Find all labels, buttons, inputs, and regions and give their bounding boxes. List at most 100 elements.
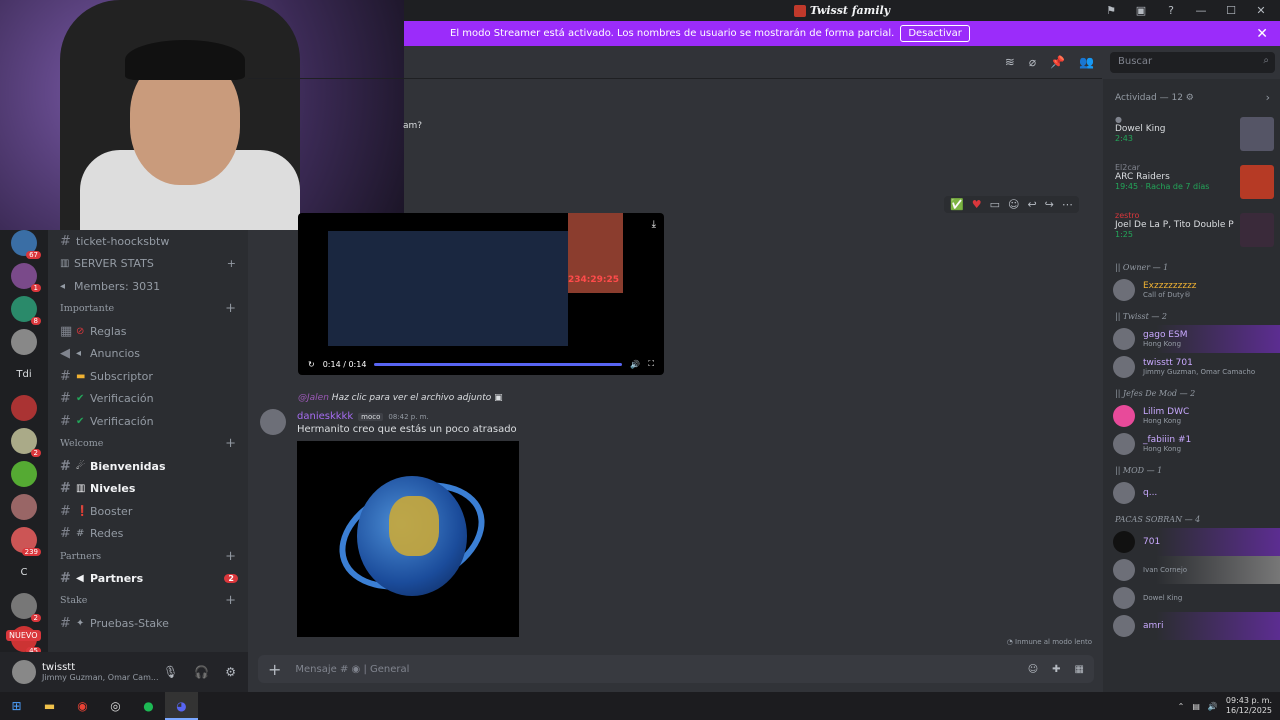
pin-icon[interactable]: 📌 bbox=[1050, 55, 1065, 69]
channel-bienvenidas[interactable]: # ☄ Bienvenidas bbox=[48, 455, 248, 478]
heart-reaction-icon[interactable]: ♥ bbox=[972, 198, 982, 211]
server-icon[interactable]: 2 bbox=[11, 593, 41, 622]
threads-icon[interactable]: ≋ bbox=[1005, 55, 1015, 69]
spotify-icon[interactable]: ● bbox=[132, 699, 165, 713]
emoji-icon[interactable]: ☺ bbox=[1028, 664, 1038, 675]
member-item[interactable]: 701 bbox=[1103, 528, 1280, 556]
reply-preview[interactable]: @Jalen Haz clic para ver el archivo adju… bbox=[298, 393, 503, 403]
chevron-up-icon[interactable]: ⌃ bbox=[1178, 702, 1185, 711]
member-item[interactable]: _fabiiin #1 Hong Kong bbox=[1103, 430, 1280, 458]
member-item[interactable]: gago ESM Hong Kong bbox=[1103, 325, 1280, 353]
category-importante[interactable]: Importante + bbox=[48, 298, 248, 320]
server-icon[interactable] bbox=[11, 395, 37, 421]
volume-icon[interactable]: 🔊 bbox=[630, 360, 640, 369]
member-item[interactable]: Exzzzzzzzzz Call of Duty® bbox=[1103, 276, 1280, 304]
clock[interactable]: 09:43 p. m. 16/12/2025 bbox=[1226, 696, 1272, 716]
server-icon[interactable]: 239 bbox=[11, 527, 41, 556]
search-input[interactable]: Buscar ⌕ bbox=[1110, 52, 1275, 73]
deactivate-button[interactable]: Desactivar bbox=[900, 25, 970, 42]
discord-icon[interactable]: ◕ bbox=[165, 692, 198, 720]
channel-verificacion[interactable]: # ✔ Verificación bbox=[48, 388, 248, 411]
member-item[interactable]: twisstt 701 Jimmy Guzman, Omar Camacho bbox=[1103, 353, 1280, 381]
avatar[interactable] bbox=[260, 409, 286, 435]
forward-icon[interactable]: ↪ bbox=[1045, 198, 1054, 211]
member-item[interactable]: Lilim DWC Hong Kong bbox=[1103, 402, 1280, 430]
channel-ticket[interactable]: # ticket-hoocksbtw bbox=[48, 230, 248, 253]
activity-card[interactable]: El2car ARC Raiders 19:45 · Racha de 7 dí… bbox=[1103, 159, 1280, 207]
server-icon[interactable] bbox=[11, 329, 37, 355]
sticker-icon[interactable]: ▦ bbox=[1075, 664, 1084, 675]
channel-label: Members: 3031 bbox=[74, 279, 161, 293]
chevron-right-icon[interactable]: › bbox=[1266, 91, 1270, 104]
volume-icon[interactable]: 🔊 bbox=[1208, 702, 1218, 711]
maximize-button[interactable]: ☐ bbox=[1216, 4, 1246, 17]
members-icon[interactable]: 👥 bbox=[1079, 55, 1094, 69]
file-explorer-icon[interactable]: ▬ bbox=[33, 699, 66, 713]
server-icon[interactable]: 67 bbox=[11, 230, 41, 259]
channel-pruebas-stake[interactable]: # ✦ Pruebas-Stake bbox=[48, 612, 248, 635]
channel-redes[interactable]: # # Redes bbox=[48, 523, 248, 546]
microphone-icon[interactable]: 🎙 bbox=[163, 665, 178, 679]
add-channel-icon[interactable]: + bbox=[225, 593, 236, 608]
settings-icon[interactable]: ⚙ bbox=[225, 665, 236, 679]
member-item[interactable]: Ivan Cornejo bbox=[1103, 556, 1280, 584]
headphones-icon[interactable]: 🎧 bbox=[194, 665, 209, 679]
channel-partners[interactable]: # ◀ Partners 2 bbox=[48, 567, 248, 590]
activity-card[interactable]: zestro Joel De La P, Tito Double P 1:25 bbox=[1103, 207, 1280, 255]
server-icon[interactable]: 1 bbox=[11, 263, 41, 292]
message-author[interactable]: danieskkkk bbox=[297, 411, 353, 422]
flag-reaction-icon[interactable]: ▭ bbox=[990, 198, 1000, 211]
banner-close-icon[interactable]: ✕ bbox=[1256, 26, 1268, 42]
channel-members[interactable]: ◂ Members: 3031 bbox=[48, 275, 248, 298]
fullscreen-icon[interactable]: ⛶ bbox=[648, 359, 654, 369]
network-icon[interactable]: ▤ bbox=[1192, 702, 1200, 711]
chrome-icon[interactable]: ◉ bbox=[66, 699, 99, 713]
notifications-icon[interactable]: ⌀ bbox=[1029, 55, 1036, 69]
server-icon[interactable]: 8 bbox=[11, 296, 41, 325]
channel-reglas[interactable]: ▦ ⊘ Reglas bbox=[48, 320, 248, 343]
help-icon[interactable]: ? bbox=[1156, 4, 1186, 17]
server-icon[interactable]: 2 bbox=[11, 428, 41, 457]
add-attachment-icon[interactable]: + bbox=[268, 660, 281, 679]
globe-gif[interactable] bbox=[297, 441, 519, 637]
category-stake[interactable]: Stake + bbox=[48, 590, 248, 612]
member-item[interactable]: Dowel King bbox=[1103, 584, 1280, 612]
add-channel-icon[interactable]: + bbox=[225, 301, 236, 316]
reply-icon[interactable]: ↩ bbox=[1027, 198, 1036, 211]
windows-start-icon[interactable]: ⊞ bbox=[0, 699, 33, 713]
category-welcome[interactable]: Welcome + bbox=[48, 433, 248, 455]
category-partners[interactable]: Partners + bbox=[48, 545, 248, 567]
video-attachment[interactable]: 234:29:25 ⤓ ↻ 0:14 / 0:14 🔊 ⛶ bbox=[298, 213, 664, 375]
activity-header[interactable]: Actividad — 12 ⚙ › bbox=[1103, 79, 1280, 111]
more-icon[interactable]: ⋯ bbox=[1062, 198, 1073, 211]
channel-booster[interactable]: # ❗ Booster bbox=[48, 500, 248, 523]
channel-verificacion-2[interactable]: # ✔ Verificación bbox=[48, 410, 248, 433]
add-reaction-icon[interactable]: ☺ bbox=[1008, 198, 1019, 211]
server-icon[interactable] bbox=[11, 494, 37, 520]
member-item[interactable]: amri bbox=[1103, 612, 1280, 640]
channel-subscriptor[interactable]: # ▬ Subscriptor bbox=[48, 365, 248, 388]
download-icon[interactable]: ⤓ bbox=[652, 219, 656, 230]
screen-icon[interactable]: ▣ bbox=[1126, 4, 1156, 17]
minimize-button[interactable]: — bbox=[1186, 4, 1216, 17]
app-icon[interactable]: ◎ bbox=[99, 699, 132, 713]
add-channel-icon[interactable]: + bbox=[225, 436, 236, 451]
check-reaction-icon[interactable]: ✅ bbox=[950, 198, 964, 211]
activity-card[interactable]: ● Dowel King 2:43 bbox=[1103, 111, 1280, 159]
server-icon[interactable]: C bbox=[11, 560, 37, 586]
server-icon[interactable] bbox=[11, 461, 37, 487]
close-button[interactable]: ✕ bbox=[1246, 4, 1276, 17]
avatar[interactable] bbox=[12, 660, 36, 684]
channel-niveles[interactable]: # ▥ Niveles bbox=[48, 477, 248, 500]
channel-anuncios[interactable]: ◀ ◂ Anuncios bbox=[48, 342, 248, 365]
replay-icon[interactable]: ↻ bbox=[308, 360, 315, 369]
member-item[interactable]: q... bbox=[1103, 479, 1280, 507]
video-progress[interactable] bbox=[374, 362, 623, 366]
inbox-icon[interactable]: ⚑ bbox=[1096, 4, 1126, 17]
category-server-stats[interactable]: ▥ SERVER STATS + bbox=[48, 253, 248, 276]
apps-icon[interactable]: ✚ bbox=[1052, 664, 1060, 675]
add-channel-icon[interactable]: + bbox=[227, 257, 236, 270]
server-icon[interactable]: Tdi bbox=[11, 362, 37, 388]
add-channel-icon[interactable]: + bbox=[225, 549, 236, 564]
message-composer[interactable]: + Mensaje # ◉ | General ☺ ✚ ▦ bbox=[258, 655, 1094, 683]
